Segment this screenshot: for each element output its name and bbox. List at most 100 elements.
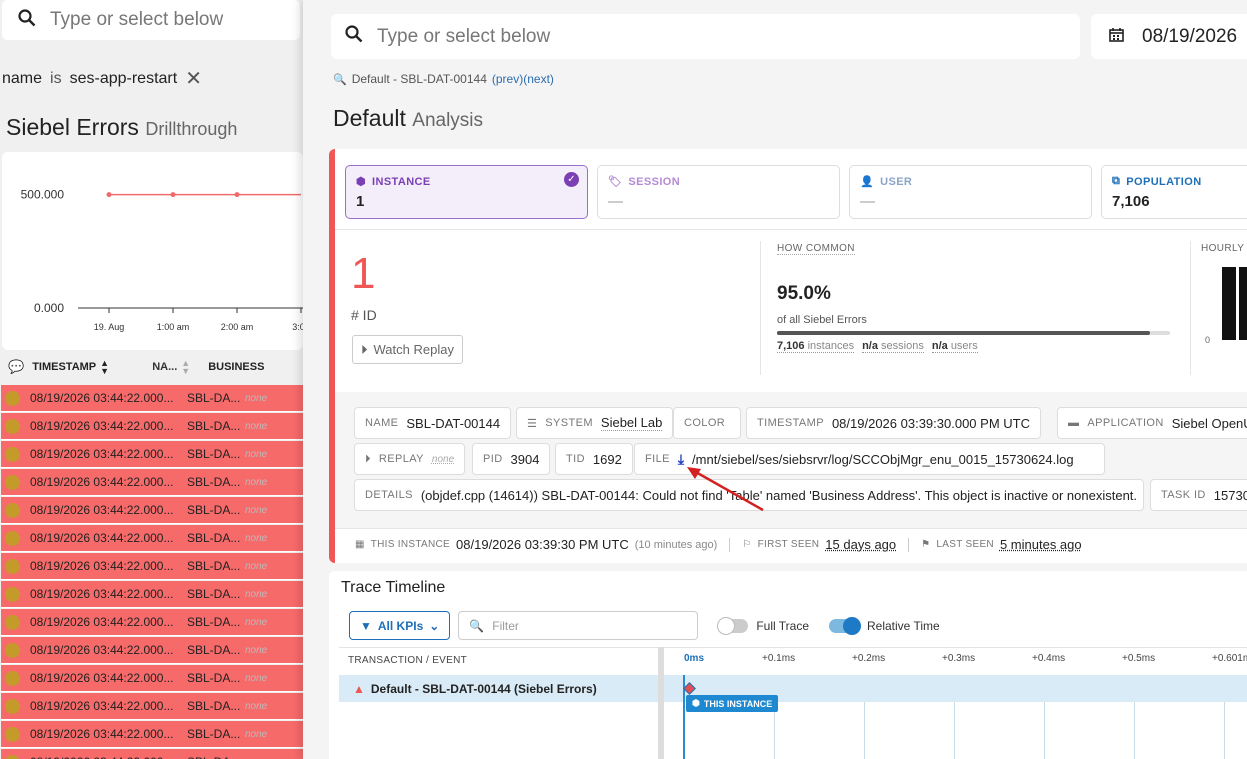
table-row[interactable]: 08/19/2026 03:44:22.000...SBL-DA...none [1,609,303,636]
column-label: NA... [152,361,178,373]
cell-business: none [245,672,268,684]
status-icon [5,614,20,630]
table-row[interactable]: 08/19/2026 03:44:22.000...SBL-DA...none [1,721,303,748]
transaction-column-header: TRANSACTION / EVENT [348,655,468,666]
cell-name: SBL-DA... [187,391,241,405]
table-row[interactable]: 08/19/2026 03:44:22.000...SBL-DA...none [1,749,303,759]
table-row[interactable]: 08/19/2026 03:44:22.000... SBL-DA... none [1,441,303,468]
filter-operator: is [50,69,62,87]
filter-value: ses-app-restart [69,69,178,87]
trace-row-text: Default - SBL-DAT-00144 (Siebel Errors) [370,682,597,696]
timeline-tick: +0.2ms [852,653,886,664]
cell-business: none [245,504,268,516]
cell-business: none [245,588,268,600]
last-seen-label: LAST SEEN [936,539,994,550]
left-search-input[interactable]: Type or select below [2,0,300,40]
left-chart: 500.000 0.000 19. Aug 1:00 am 2:00 am 3:00 [2,152,303,350]
chevron-down-icon: ⌄ [429,618,440,633]
analysis-card: ⬢ INSTANCE 1 ✓ 🏷 SESSION — 👤 USER — ⧉ POPULA… [329,149,1247,563]
column-splitter[interactable] [658,647,664,759]
table-row[interactable]: 08/19/2026 03:44:22.000...SBL-DA...none [1,693,303,720]
table-row[interactable]: 08/19/2026 03:44:22.000...SBL-DA...none [1,665,303,692]
status-icon [5,530,20,546]
close-icon[interactable]: ✕ [185,66,202,91]
cell-business: none [245,616,268,628]
relative-time-label: Relative Time [867,618,940,633]
breadcrumb: 🔍 Default - SBL-DAT-00144 (prev)(next) [333,72,554,86]
trace-timeline: Trace Timeline ▼ All KPIs ⌄ 🔍 Filter Full T… [329,571,1247,759]
filter-icon: ▼ [360,618,372,633]
status-icon [5,586,20,602]
table-row[interactable]: 08/19/2026 03:44:22.000...SBL-DA...none [1,553,303,580]
prev-link[interactable]: (prev) [492,72,523,86]
column-header-business[interactable]: BUSINESS [208,361,264,373]
table-row[interactable]: 08/19/2026 03:44:22.000...SBL-DA...none [1,413,303,440]
next-link[interactable]: (next) [523,72,554,86]
data-point [106,192,112,198]
this-instance-label: THIS INSTANCE [370,539,451,550]
right-search-input[interactable]: Type or select below [331,14,1080,59]
trace-toolbar: ▼ All KPIs ⌄ 🔍 Filter Full Trace Relative T… [349,611,940,640]
cell-timestamp: 08/19/2026 03:44:22.000... [30,699,174,713]
cell-name: SBL-DA... [187,447,241,461]
relative-time-toggle[interactable] [829,616,861,635]
status-icon [5,474,20,490]
comment-icon[interactable]: 💬 [8,359,24,375]
status-icon [5,642,20,658]
analysis-title: Default Analysis [333,105,483,132]
trace-title: Trace Timeline [341,579,446,596]
column-header-name[interactable]: NA... ▲ ▼ [152,358,208,376]
cell-name: SBL-DA... [187,503,241,517]
trace-filter-input[interactable]: 🔍 Filter [458,611,699,640]
line-chart: 500.000 0.000 19. Aug 1:00 am 2:00 am 3:00 [21,188,303,332]
search-icon [345,25,363,48]
cell-name: SBL-DA... [187,475,241,489]
sort-icon: ▲ ▼ [181,358,191,376]
full-trace-toggle[interactable] [717,616,749,635]
table-row[interactable]: 08/19/2026 03:44:22.000...SBL-DA...none [1,497,303,524]
badge-label: THIS INSTANCE [703,698,773,709]
cell-timestamp: 08/19/2026 03:44:22.000... [30,671,174,685]
timeline-tick: 0ms [684,653,705,664]
page-title: Siebel Errors Drillthrough [6,114,237,141]
timeline-tick: +0.601ms [1212,653,1247,664]
last-seen-value: 5 minutes ago [999,537,1082,552]
x-tick-label: 2:00 am [221,322,254,332]
this-instance-relative: (10 minutes ago) [634,538,718,551]
cell-name: SBL-DA... [187,755,245,759]
first-seen-label: FIRST SEEN [757,539,820,550]
title-subtitle: Analysis [412,110,484,131]
table-row[interactable]: 08/19/2026 03:44:22.000...SBL-DA...none [1,469,303,496]
title-subtitle: Drillthrough [145,119,238,139]
table-row[interactable]: 08/19/2026 03:44:22.000...SBL-DA...none [1,385,303,412]
cell-name: SBL-DA... [187,699,241,713]
date-picker[interactable]: 08/19/2026 [1091,14,1247,59]
table-header: 💬 TIMESTAMP ▲ ▼ NA... ▲ ▼ BUSINESS [0,352,303,382]
cell-business: none [245,644,268,656]
status-icon [5,754,20,759]
data-point [234,192,240,198]
flag-icon: ⚑ [921,539,931,550]
cell-timestamp: 08/19/2026 03:44:22.000... [30,447,174,461]
cell-name: SBL-DA... [187,587,241,601]
sort-icon: ▲ ▼ [100,358,110,376]
timeline-tick: +0.5ms [1122,653,1156,664]
divider [335,528,1247,529]
column-header-timestamp[interactable]: TIMESTAMP ▲ ▼ [32,358,152,376]
cell-business: none [245,448,268,460]
table-row[interactable]: 08/19/2026 03:44:22.000...SBL-DA...none [1,525,303,552]
cell-business: none [245,728,268,740]
this-instance-value: 08/19/2026 03:39:30 PM UTC [456,537,629,552]
cell-name: SBL-DA... [187,615,241,629]
status-icon [5,670,20,686]
table-row[interactable]: 08/19/2026 03:44:22.000...SBL-DA...none [1,637,303,664]
title-text: Default [333,105,406,131]
y-tick-label: 0.000 [34,301,64,315]
kpis-dropdown[interactable]: ▼ All KPIs ⌄ [349,611,451,640]
title-text: Siebel Errors [6,114,139,140]
table-row[interactable]: 08/19/2026 03:44:22.000...SBL-DA...none [1,581,303,608]
filter-chip: name is ses-app-restart ✕ [2,66,202,91]
cell-name: SBL-DA... [187,419,241,433]
breadcrumb-text: Default - SBL-DAT-00144 [351,72,487,86]
brain-icon: ⬢ [692,698,700,708]
